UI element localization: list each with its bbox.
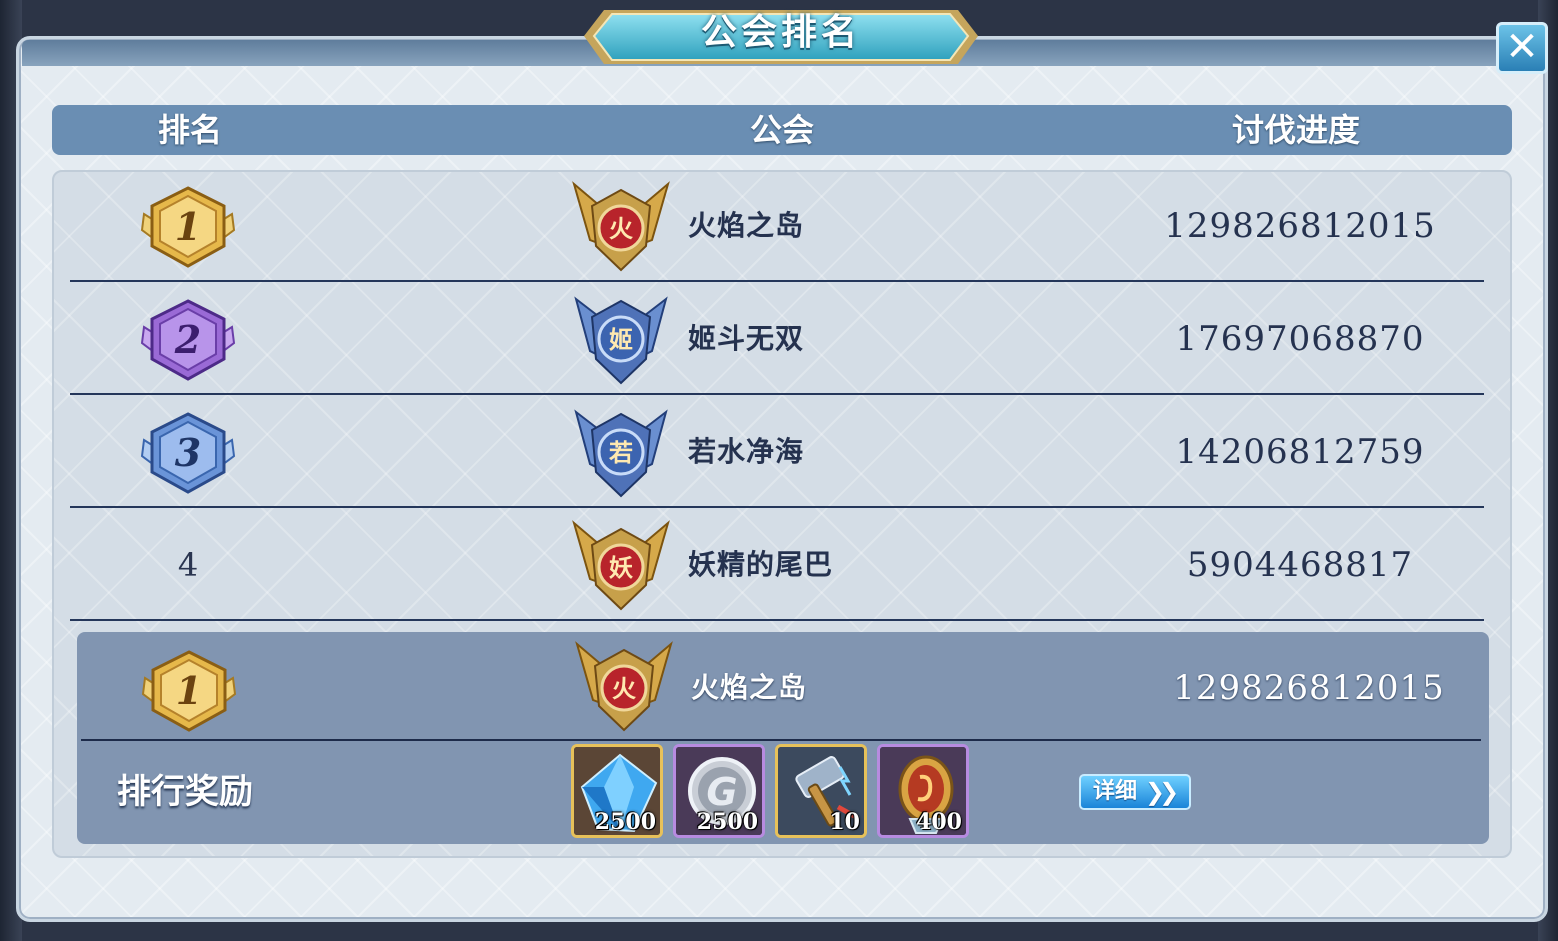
detail-button[interactable]: 详细 ❯❯ xyxy=(1079,774,1191,810)
rank-1-badge-icon: 1 xyxy=(141,650,237,732)
table-row[interactable]: 2 姬 姬斗无双 17697068870 xyxy=(70,283,1484,395)
row-divider xyxy=(70,619,1484,621)
reward-label: 排行奖励 xyxy=(117,772,253,812)
guild-emblem-icon: 姬 xyxy=(574,296,668,385)
guild-progress: 14206812759 xyxy=(1175,432,1425,472)
my-guild-progress: 129826812015 xyxy=(1173,668,1445,708)
guild-progress: 17697068870 xyxy=(1175,319,1425,359)
close-button[interactable]: ✕ xyxy=(1496,22,1548,74)
emblem-char: 若 xyxy=(608,439,633,467)
reward-count: 400 xyxy=(916,809,962,835)
my-guild-name: 火焰之岛 xyxy=(691,671,808,704)
row-divider xyxy=(70,506,1484,508)
guild-emblem-icon: 若 xyxy=(574,409,668,498)
rank-3-badge-icon: 3 xyxy=(140,412,236,494)
emblem-char: 妖 xyxy=(609,554,633,582)
guild-progress: 5904468817 xyxy=(1186,545,1414,585)
row-divider xyxy=(70,393,1484,395)
svg-text:G: G xyxy=(706,770,737,814)
emblem-char: 火 xyxy=(609,215,633,243)
header-rank: 排名 xyxy=(157,111,222,149)
reward-item[interactable]: 2500 xyxy=(571,744,663,838)
double-chevron-right-icon: ❯❯ xyxy=(1145,778,1179,806)
rank-number: 3 xyxy=(175,430,201,475)
row-divider xyxy=(81,739,1481,741)
reward-item[interactable]: G 2500 xyxy=(673,744,765,838)
guild-name: 妖精的尾巴 xyxy=(688,548,834,581)
header-guild: 公会 xyxy=(749,111,814,149)
rank-number: 1 xyxy=(176,668,202,713)
table-header: 排名 公会 讨伐进度 xyxy=(52,105,1512,155)
rank-1-badge-icon: 1 xyxy=(140,186,236,268)
table-row[interactable]: 4 妖 妖精的尾巴 5904468817 xyxy=(70,509,1484,621)
rank-number: 1 xyxy=(175,204,201,249)
my-guild-panel: 1 火 火焰之岛 129826812015 排行奖励 2500 G 2500 1… xyxy=(77,632,1489,844)
emblem-char: 姬 xyxy=(609,326,633,354)
rank-number: 2 xyxy=(174,317,201,362)
emblem-char: 火 xyxy=(612,675,636,703)
guild-emblem-icon: 妖 xyxy=(572,520,670,611)
rank-number: 4 xyxy=(177,546,199,584)
detail-label: 详细 xyxy=(1093,779,1138,804)
guild-name: 姬斗无双 xyxy=(688,322,805,355)
guild-emblem-icon: 火 xyxy=(572,181,670,272)
table-row[interactable]: 3 若 若水净海 14206812759 xyxy=(70,396,1484,508)
reward-item[interactable]: 10 xyxy=(775,744,867,838)
reward-count: 2500 xyxy=(594,809,656,835)
table-row[interactable]: 1 火 火焰之岛 129826812015 xyxy=(70,170,1484,282)
header-progress: 讨伐进度 xyxy=(1231,111,1360,149)
reward-count: 10 xyxy=(829,809,860,835)
reward-item[interactable]: 400 xyxy=(877,744,969,838)
reward-count: 2500 xyxy=(696,809,758,835)
row-divider xyxy=(70,280,1484,282)
guild-name: 若水净海 xyxy=(688,435,805,468)
guild-emblem-icon: 火 xyxy=(575,641,673,732)
guild-progress: 129826812015 xyxy=(1164,206,1436,246)
guild-name: 火焰之岛 xyxy=(688,209,805,242)
close-icon: ✕ xyxy=(1505,24,1539,70)
window-title: 公会排名 xyxy=(700,12,861,53)
rank-2-badge-icon: 2 xyxy=(140,299,236,381)
